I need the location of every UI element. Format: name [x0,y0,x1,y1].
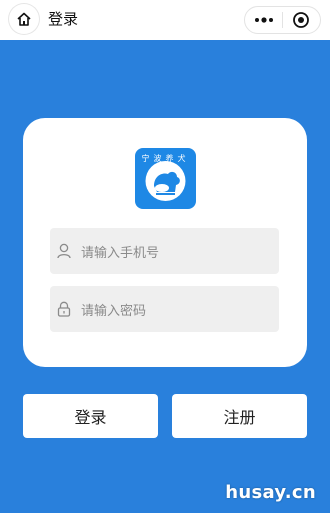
home-icon [17,12,31,26]
password-placeholder: 请输入密码 [81,303,147,319]
page-title: 登录 [48,10,79,28]
more-button[interactable] [245,7,282,33]
login-page: 宁波养犬 请输入手机号 请输入密码 登录 注册 husay.cn [0,40,330,513]
app-logo: 宁波养犬 [135,148,196,209]
lock-icon [57,301,73,317]
phone-field[interactable]: 请输入手机号 [50,228,279,274]
login-button[interactable]: 登录 [23,394,158,438]
watermark-text: husay.cn [225,482,316,503]
home-button[interactable] [9,4,39,34]
target-close-icon [293,12,310,28]
phone-placeholder: 请输入手机号 [81,245,160,261]
password-field[interactable]: 请输入密码 [50,286,279,332]
logo-text: 宁波养犬 [141,154,190,163]
user-icon [57,243,73,259]
capsule-menu [244,6,321,34]
close-button[interactable] [283,7,320,33]
more-dots-icon [254,17,273,23]
login-card: 宁波养犬 请输入手机号 请输入密码 [23,118,307,367]
register-button[interactable]: 注册 [172,394,307,438]
nav-bar: 登录 [0,0,330,40]
